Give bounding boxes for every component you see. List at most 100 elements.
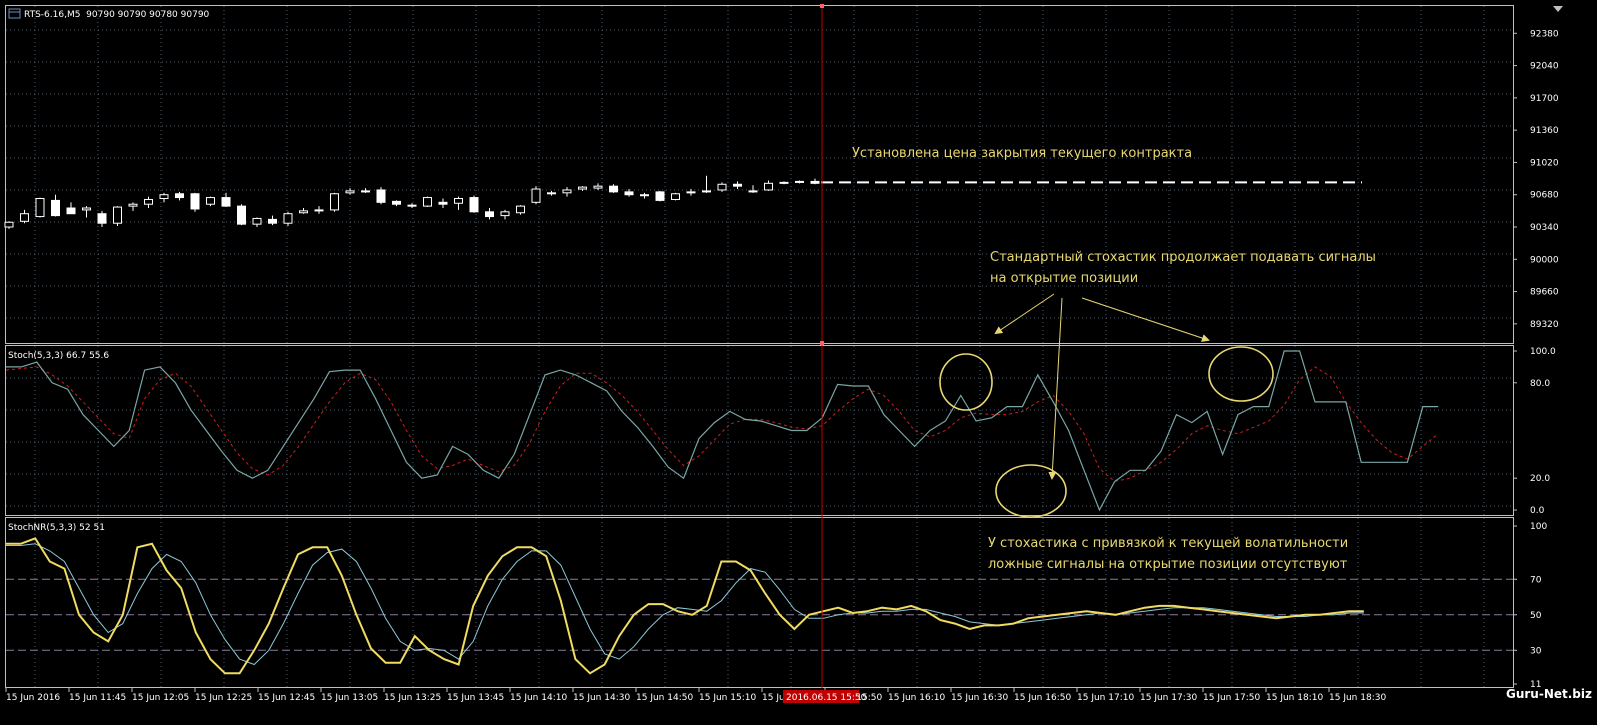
time-axis-label: 15 Jun 14:10 [510, 693, 567, 703]
time-highlight-label: 2016.06.15 15:50 [786, 693, 867, 703]
candle-bull [516, 205, 525, 214]
candle-bear [748, 190, 758, 193]
stoch-axis-label: 20.0 [1530, 474, 1550, 484]
time-axis-label: 15 Jun 17:50 [1203, 693, 1260, 703]
time-axis-label: 15 Jun 12:05 [132, 693, 189, 703]
annotation-nr-line2: ложные сигналы на открытие позиции отсут… [988, 557, 1348, 572]
candle-bull [702, 190, 711, 193]
time-axis-label: 15 Jun 14:30 [573, 693, 630, 703]
symbol-info-label: RTS-6.16,M5 90790 90790 90780 90790 [24, 10, 210, 20]
candle-bear [175, 193, 184, 199]
candle-bear [469, 197, 479, 213]
candle-bull [299, 210, 308, 214]
price-axis-label: 92040 [1530, 62, 1559, 72]
candle-bull [113, 206, 122, 224]
annotation-standard-line1: Стандартный стохастик продолжает подават… [990, 250, 1376, 265]
time-axis-label: 15 Jun 15:10 [699, 693, 756, 703]
candle-bear [361, 190, 370, 193]
candle-bull [82, 207, 91, 211]
candle-bull [423, 197, 432, 207]
candle-bull [206, 197, 215, 205]
time-axis-label: 15 Jun 13:25 [384, 693, 441, 703]
candle-bear [655, 191, 665, 201]
time-axis-label: 15 Jun 12:25 [195, 693, 252, 703]
candle-bear [268, 218, 277, 224]
candle-bear [609, 185, 618, 193]
candle-bull [640, 194, 649, 197]
candle-bull [671, 193, 680, 200]
candle-bear [733, 183, 742, 187]
chart-canvas[interactable]: 92380 92040 91700 91360 91020 90680 90340 90000… [0, 0, 1597, 721]
stochnr-axis-label: 100 [1530, 522, 1547, 532]
price-axis-label: 91360 [1530, 126, 1559, 136]
vline-marker-top [820, 4, 824, 8]
candle-bear [237, 205, 246, 225]
price-axis-label: 92380 [1530, 29, 1559, 39]
candle-bear [407, 204, 417, 207]
candle-bull [4, 221, 14, 228]
candle-bull [593, 185, 603, 189]
price-axis-label: 89660 [1530, 288, 1559, 298]
price-axis-label: 90000 [1530, 255, 1559, 265]
candle-bull [795, 180, 804, 183]
stoch-title: Stoch(5,3,3) 66.7 55.6 [8, 351, 109, 361]
candle-bull [252, 217, 262, 225]
price-axis-label: 89320 [1530, 320, 1559, 330]
candle-bear [810, 180, 820, 184]
stochnr-axis-label: 50 [1530, 611, 1542, 621]
time-axis-label: 15 Jun 13:05 [321, 693, 378, 703]
price-axis-label: 90340 [1530, 223, 1559, 233]
candle-bear [190, 193, 200, 210]
candle-bull [454, 198, 463, 204]
time-axis-label: 15 Jun 11:45 [69, 693, 126, 703]
price-axis-label: 90680 [1530, 191, 1559, 201]
time-axis-label: 15 Jun 2016 [6, 693, 60, 703]
candle-bull [314, 209, 324, 212]
price-axis-label: 91700 [1530, 94, 1559, 104]
time-axis-label: 15 Jun 13:45 [447, 693, 504, 703]
candle-bull [128, 203, 138, 207]
candle-bull [779, 181, 789, 184]
stochnr-title: StochNR(5,3,3) 52 51 [8, 523, 105, 533]
candle-bull [686, 191, 696, 194]
stochnr-axis-label: 70 [1530, 575, 1542, 585]
candle-bear [66, 207, 76, 215]
candle-bull [283, 213, 293, 224]
stoch-axis-label: 100.0 [1530, 347, 1556, 357]
candle-bear [221, 197, 231, 207]
time-axis-label: 15 Jun 17:30 [1140, 693, 1197, 703]
candle-bull [144, 198, 153, 205]
candle-bear [438, 201, 448, 205]
candle-bull [764, 182, 773, 191]
candle-bull [345, 190, 355, 194]
candle-bull [159, 194, 169, 200]
candle-bear [624, 191, 634, 196]
time-axis-label: 15 Jun 17:10 [1077, 693, 1134, 703]
candle-bear [51, 199, 60, 217]
annotation-nr-line1: У стохастика с привязкой к текущей волат… [988, 536, 1348, 551]
candle-bear [392, 200, 401, 205]
candle-bull [717, 183, 727, 191]
candle-bull [500, 211, 510, 217]
annotation-close-price: Установлена цена закрытия текущего контр… [852, 146, 1192, 161]
candle-bear [485, 211, 494, 218]
watermark: Guru-Net.biz [1506, 687, 1592, 701]
candle-bull [531, 188, 541, 203]
candle-bull [562, 189, 572, 194]
candle-bull [578, 186, 587, 190]
stoch-axis-label: 80.0 [1530, 379, 1550, 389]
time-axis-label: 15 Jun 16:50 [1014, 693, 1071, 703]
time-axis-label: 15 Jun 14:50 [636, 693, 693, 703]
stoch-axis-label: 0.0 [1530, 506, 1545, 516]
candle-bull [330, 193, 339, 211]
annotation-standard-line2: на открытие позиции [990, 271, 1138, 286]
time-axis-label: 15 Jun 16:30 [951, 693, 1008, 703]
candle-bull [35, 198, 45, 218]
time-axis-label: 15 Jun 12:45 [258, 693, 315, 703]
price-axis-label: 91020 [1530, 158, 1559, 168]
candle-bear [97, 213, 107, 224]
vline-marker-mid [820, 341, 824, 345]
time-axis-label: 15 Jun 18:10 [1266, 693, 1323, 703]
candle-bear [376, 189, 386, 203]
chart-window[interactable]: 92380 92040 91700 91360 91020 90680 90340 90000… [0, 0, 1597, 721]
